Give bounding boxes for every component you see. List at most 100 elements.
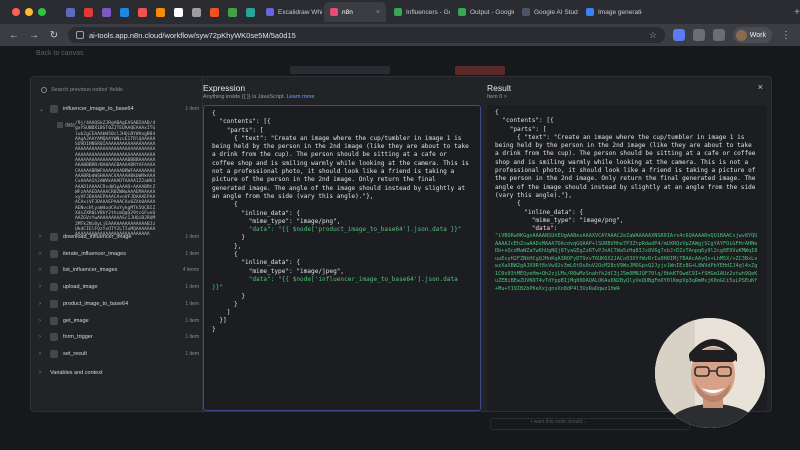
code-line: }] — [212, 317, 227, 325]
pinned-tab[interactable] — [80, 3, 96, 21]
chevron-right-icon[interactable]: › — [39, 370, 45, 376]
new-tab-button[interactable]: + — [794, 7, 800, 18]
site-info-icon[interactable] — [76, 31, 84, 39]
maximize-window-button[interactable] — [38, 8, 46, 16]
code-line: { — [212, 251, 238, 259]
chevron-right-icon[interactable]: › — [39, 301, 45, 307]
extension-icon[interactable] — [672, 29, 685, 41]
chevron-right-icon[interactable]: › — [39, 251, 45, 257]
browser-tab[interactable]: Excalidraw Whiteboard× — [260, 2, 322, 22]
code-line: } — [212, 292, 246, 300]
node-label: get_image — [63, 317, 89, 324]
pinned-tab[interactable] — [134, 3, 150, 21]
result-code: { "contents": [{ "parts": [ { "text": "C… — [495, 109, 759, 233]
tab-close-icon[interactable]: × — [376, 9, 380, 16]
tab-label: Excalidraw Whiteboard — [278, 8, 322, 16]
chevron-right-icon[interactable]: › — [39, 284, 45, 290]
node-row[interactable]: › form_trigger 1 item — [39, 331, 199, 343]
browser-tab[interactable]: Influencers - Google× — [388, 2, 450, 22]
base64-preview: /9j/4AAQSkZJRgABAgEASABIAAD/4gxYSUNDX1BS… — [75, 121, 156, 238]
close-window-button[interactable] — [12, 8, 20, 16]
node-row[interactable]: › set_result 1 item — [39, 348, 199, 360]
browser-tab[interactable]: n8n × — [324, 2, 386, 22]
back-arrow-icon[interactable]: ← — [8, 30, 20, 41]
result-data-value: "iVBORw0KGgoAAAANSUhEUgAABesAAAXVCAYAAAC… — [495, 233, 758, 292]
code-line: { — [212, 110, 216, 117]
data-field-value[interactable]: /9j/4AAQSkZJRgABAgEASABIAAD/4gxYSUNDX1BS… — [75, 121, 155, 238]
chevron-right-icon[interactable]: › — [39, 351, 45, 357]
address-bar[interactable]: ai-tools.app.n8n.cloud/workflow/syw72pKh… — [68, 27, 665, 43]
ask-ai-input[interactable]: I want this node should... — [490, 418, 690, 430]
node-row[interactable]: › list_influencer_images 4 items — [39, 264, 199, 276]
node-icon — [50, 233, 58, 241]
background-button — [455, 66, 505, 75]
pinned-tab[interactable] — [98, 3, 114, 21]
expression-title: Expression — [203, 83, 246, 93]
learn-more-link[interactable]: Learn more — [286, 94, 314, 100]
chevron-down-icon[interactable]: ⌄ — [39, 106, 45, 113]
item-selector[interactable]: Item 0 > — [487, 94, 507, 100]
code-line: } — [212, 300, 238, 308]
node-label: influencer_image_to_base64 — [63, 106, 134, 112]
browser-tab-bar: Excalidraw Whiteboard× n8n × Influencers - … — [0, 0, 800, 24]
node-row[interactable]: › product_image_to_base64 1 item — [39, 298, 199, 310]
node-row[interactable]: › upload_image 1 item — [39, 281, 199, 293]
pinned-tab[interactable] — [188, 3, 204, 21]
browser-tab[interactable]: Google AI Studio× — [516, 2, 578, 22]
forward-arrow-icon[interactable]: → — [28, 30, 40, 41]
sidebar-icon[interactable] — [712, 29, 725, 41]
pinned-tab[interactable] — [242, 3, 258, 21]
code-line: { "text": "Create an image where the cup… — [495, 133, 760, 199]
chevron-right-icon[interactable]: › — [39, 267, 45, 273]
item-count: 1 item — [185, 106, 199, 112]
pinned-tab[interactable] — [206, 3, 222, 21]
pinned-tab[interactable] — [116, 3, 132, 21]
tab-label: Google AI Studio — [534, 8, 578, 16]
expression-code-editor[interactable]: { "contents": [{ "parts": [ { "text": "C… — [203, 105, 481, 411]
code-line: } — [212, 325, 216, 333]
item-count: 1 item — [185, 334, 199, 341]
extensions-puzzle-icon[interactable] — [692, 29, 705, 41]
tab-favicon-icon — [522, 8, 530, 16]
node-label: iterate_influencer_images — [63, 250, 126, 257]
node-label: Variables and context — [50, 370, 103, 376]
node-row[interactable]: › get_image 1 item — [39, 315, 199, 327]
profile-chip[interactable]: Work — [732, 27, 772, 43]
input-schema-panel: Search previous nodes' fields ⌄ influence… — [31, 77, 203, 413]
browser-tab[interactable]: Output - Google Drive× — [452, 2, 514, 22]
node-icon — [50, 283, 58, 292]
chevron-right-icon[interactable]: › — [39, 318, 45, 324]
node-row[interactable]: ⌄ influencer_image_to_base64 1 item — [39, 103, 199, 115]
tab-label: Influencers - Google — [406, 8, 450, 16]
node-label: set_result — [63, 350, 87, 357]
avatar — [735, 29, 747, 41]
pinned-tab[interactable] — [152, 3, 168, 21]
item-count: 1 item — [185, 284, 199, 291]
code-line: "inline_data": { — [212, 209, 301, 217]
back-to-canvas-link[interactable]: Back to canvas — [36, 50, 83, 57]
code-line: "data": "{{ $node['product_image_to_base… — [212, 226, 462, 234]
code-line: { "text": "Create an image where the cup… — [212, 134, 473, 200]
bookmark-star-icon[interactable]: ☆ — [649, 30, 657, 41]
browser-tab[interactable]: Image generation w/× — [580, 2, 642, 22]
node-icon — [50, 299, 58, 308]
pinned-tab[interactable] — [170, 3, 186, 21]
fields-search-input[interactable]: Search previous nodes' fields — [39, 83, 195, 97]
chevron-right-icon[interactable]: › — [39, 234, 45, 240]
close-icon[interactable]: × — [758, 82, 763, 92]
node-label: upload_image — [63, 284, 98, 291]
minimize-window-button[interactable] — [25, 8, 33, 16]
node-row[interactable]: › iterate_influencer_images 1 item — [39, 248, 199, 260]
pinned-tab[interactable] — [224, 3, 240, 21]
code-line: { — [212, 201, 238, 209]
variables-context-row[interactable]: › Variables and context — [39, 367, 199, 379]
more-menu-icon[interactable]: ⋮ — [780, 30, 792, 41]
data-field-label[interactable]: data — [57, 122, 75, 128]
code-line: "data": — [495, 225, 558, 233]
reload-icon[interactable]: ↻ — [48, 30, 60, 41]
chevron-right-icon[interactable]: › — [39, 334, 45, 340]
pinned-tab[interactable] — [62, 3, 78, 21]
code-line: "mime_type": "image/jpeg", — [212, 267, 345, 275]
node-label: list_influencer_images — [63, 267, 118, 274]
code-line: "contents": [{ — [495, 117, 554, 125]
